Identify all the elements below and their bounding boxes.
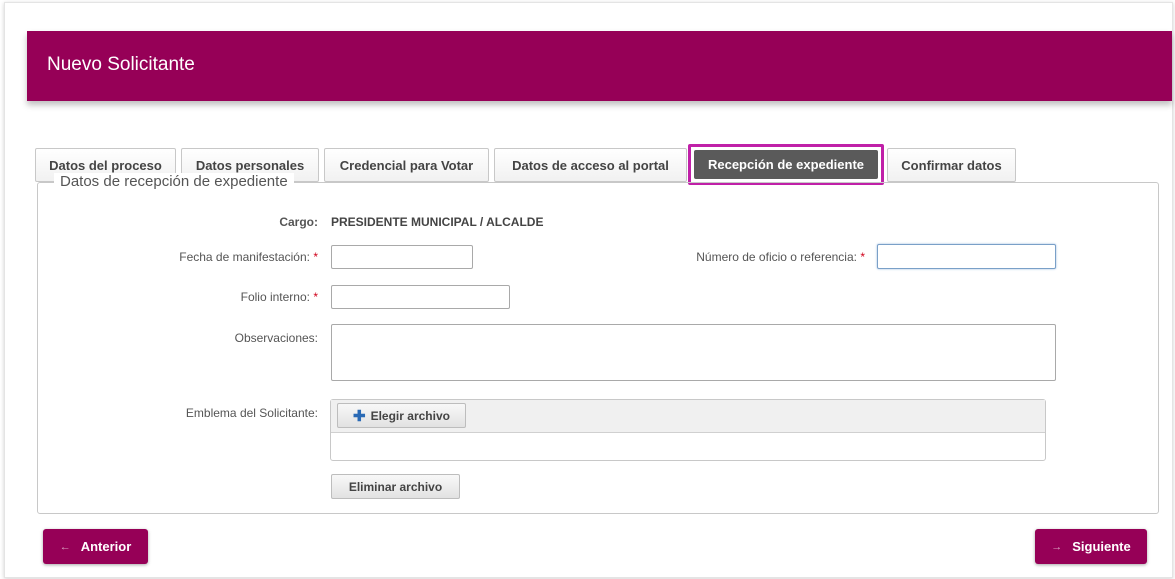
previous-label: Anterior <box>80 539 132 554</box>
emblema-label: Emblema del Solicitante: <box>185 406 318 420</box>
tab-recepcion-de-expediente[interactable]: Recepción de expediente <box>688 144 884 185</box>
numero-oficio-label: Número de oficio o referencia: <box>696 250 857 264</box>
required-mark: * <box>313 290 318 304</box>
next-label: Siguiente <box>1072 539 1131 554</box>
choose-file-button[interactable]: ✚ Elegir archivo <box>337 403 466 428</box>
tab-datos-de-acceso[interactable]: Datos de acceso al portal <box>494 148 687 182</box>
remove-file-button[interactable]: Eliminar archivo <box>331 474 460 499</box>
numero-label-row: Número de oficio o referencia: * <box>600 250 865 264</box>
numero-oficio-input[interactable] <box>877 244 1056 269</box>
previous-button[interactable]: ← Anterior <box>43 529 148 564</box>
page-title: Nuevo Solicitante <box>47 54 195 75</box>
cargo-value: PRESIDENTE MUNICIPAL / ALCALDE <box>331 215 544 229</box>
arrow-left-icon: ← <box>59 540 71 553</box>
tab-recepcion-label: Recepción de expediente <box>694 150 878 179</box>
required-mark: * <box>313 250 318 264</box>
folio-interno-input[interactable] <box>331 285 510 309</box>
arrow-right-icon: → <box>1051 540 1063 553</box>
observaciones-label: Observaciones: <box>234 331 318 345</box>
fecha-label: Fecha de manifestación: <box>179 250 310 264</box>
page-header: Nuevo Solicitante <box>27 31 1172 101</box>
fieldset-legend: Datos de recepción de expediente <box>54 173 294 190</box>
folio-label-row: Folio interno: * <box>150 290 318 304</box>
tab-confirmar-datos[interactable]: Confirmar datos <box>887 148 1016 182</box>
fecha-manifestacion-input[interactable] <box>331 245 473 269</box>
tab-credencial-para-votar[interactable]: Credencial para Votar <box>324 148 489 182</box>
cargo-label: Cargo: <box>279 215 318 229</box>
observaciones-textarea[interactable] <box>331 324 1056 381</box>
next-button[interactable]: → Siguiente <box>1035 529 1147 564</box>
folio-interno-label: Folio interno: <box>240 290 310 304</box>
fecha-label-row: Fecha de manifestación: * <box>100 250 318 264</box>
required-mark: * <box>860 250 865 264</box>
plus-icon: ✚ <box>353 407 366 425</box>
choose-file-label: Elegir archivo <box>370 408 450 423</box>
